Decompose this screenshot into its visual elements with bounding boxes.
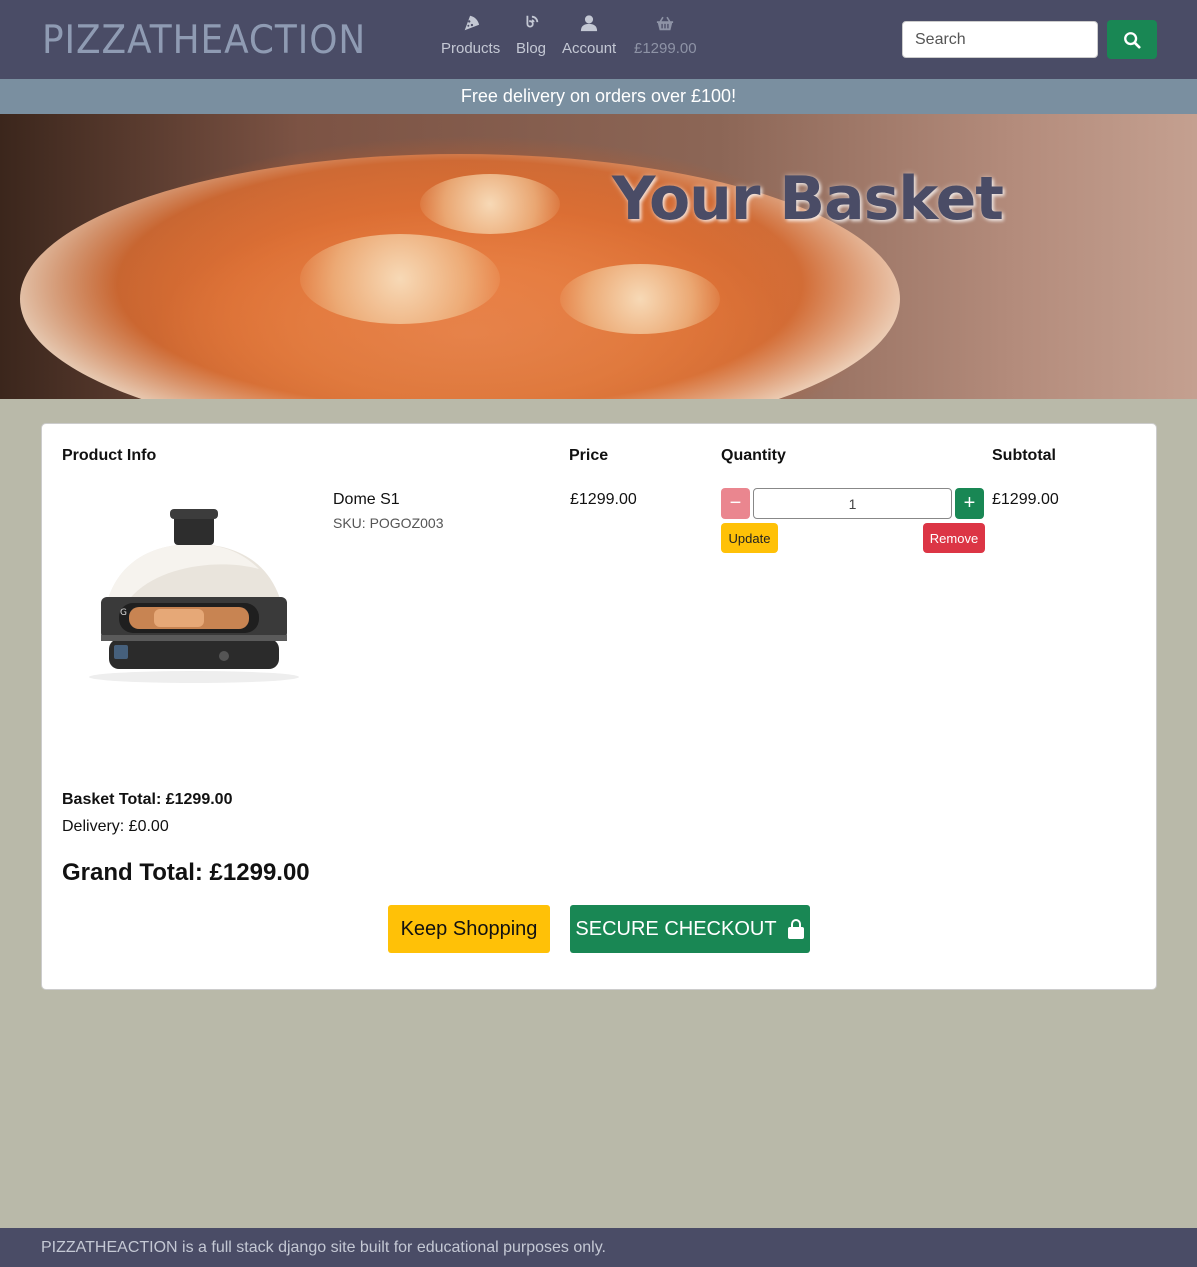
- header-subtotal: Subtotal: [992, 447, 1056, 464]
- nav-basket[interactable]: £1299.00: [634, 14, 697, 57]
- decrement-quantity-button[interactable]: −: [721, 488, 750, 519]
- basket-card: Product Info Price Quantity Subtotal G D…: [41, 423, 1157, 990]
- remove-button[interactable]: Remove: [923, 523, 985, 553]
- increment-quantity-button[interactable]: +: [955, 488, 984, 519]
- secure-checkout-label: SECURE CHECKOUT: [575, 917, 777, 940]
- shopping-basket-icon: [634, 14, 697, 36]
- lock-icon: [787, 918, 805, 940]
- footer: PIZZATHEACTION is a full stack django si…: [0, 1228, 1197, 1267]
- nav-account-label: Account: [562, 40, 617, 57]
- basket-total: Basket Total: £1299.00: [62, 791, 233, 808]
- user-icon: [562, 14, 616, 36]
- nav-blog[interactable]: Blog: [516, 14, 546, 57]
- brand-logo[interactable]: PIZZATHEACTION: [42, 18, 366, 63]
- header-price: Price: [569, 447, 609, 464]
- hero-banner: Your Basket: [0, 114, 1197, 399]
- update-button[interactable]: Update: [721, 523, 778, 553]
- product-price: £1299.00: [570, 491, 637, 508]
- nav-blog-label: Blog: [516, 40, 547, 57]
- blog-icon: [516, 14, 546, 36]
- product-subtotal: £1299.00: [992, 491, 1059, 508]
- nav-basket-total: £1299.00: [634, 40, 697, 57]
- keep-shopping-button[interactable]: Keep Shopping: [388, 905, 550, 953]
- header-product-info: Product Info: [62, 447, 157, 464]
- product-image[interactable]: G: [74, 499, 314, 689]
- secure-checkout-button[interactable]: SECURE CHECKOUT: [570, 905, 810, 953]
- navbar: PIZZATHEACTION Products Blog Account £12…: [0, 0, 1197, 79]
- nav-account[interactable]: Account: [562, 14, 616, 57]
- search-button[interactable]: [1107, 20, 1157, 59]
- pizza-slice-icon: [441, 14, 500, 36]
- page-title: Your Basket: [612, 164, 1004, 234]
- header-quantity: Quantity: [721, 447, 786, 464]
- grand-total: Grand Total: £1299.00: [62, 859, 310, 886]
- nav-products-label: Products: [441, 40, 501, 57]
- free-delivery-banner: Free delivery on orders over £100!: [0, 79, 1197, 114]
- delivery-cost: Delivery: £0.00: [62, 818, 169, 835]
- search-input[interactable]: [902, 21, 1098, 58]
- svg-text:G: G: [120, 608, 127, 618]
- product-name[interactable]: Dome S1: [333, 491, 400, 509]
- search-icon: [1123, 31, 1141, 49]
- minus-icon: −: [729, 492, 742, 514]
- product-sku: SKU: POGOZ003: [333, 515, 444, 531]
- nav-products[interactable]: Products: [441, 14, 500, 57]
- plus-icon: +: [963, 492, 976, 514]
- quantity-input[interactable]: [753, 488, 952, 519]
